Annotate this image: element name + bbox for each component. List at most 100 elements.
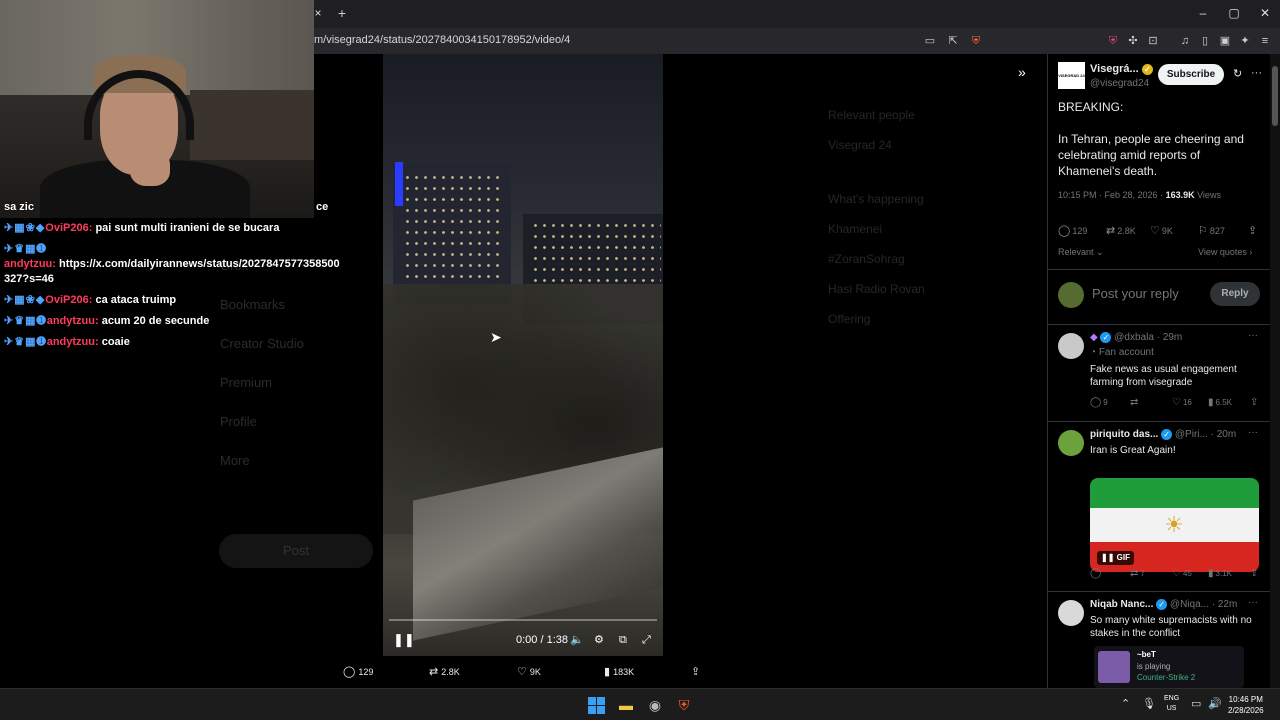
- video-like-button[interactable]: ♡ 9K: [517, 665, 541, 679]
- video-reply-button[interactable]: ◯ 129: [343, 665, 373, 679]
- expand-panel-icon[interactable]: »: [1018, 64, 1026, 80]
- repost-icon: ⇄: [1106, 225, 1116, 237]
- pause-icon: ❚❚: [1101, 553, 1115, 562]
- author-avatar[interactable]: VISEGRAD 24: [1058, 62, 1085, 89]
- start-button[interactable]: [586, 695, 606, 715]
- now-playing-toast[interactable]: ~beT is playing Counter-Strike 2: [1094, 646, 1244, 688]
- menu-icon[interactable]: ≡: [1258, 34, 1272, 48]
- author-name-text: Visegrá...: [1090, 63, 1139, 75]
- chat-username: OviP206:: [45, 222, 93, 234]
- system-clock[interactable]: 10:46 PM 2/28/2026: [1228, 694, 1264, 716]
- reply-handle[interactable]: @dxbala · 29m: [1114, 332, 1182, 343]
- author-handle[interactable]: @visegrad24: [1090, 78, 1149, 89]
- iran-flag-gif[interactable]: ☀ ❚❚ GIF: [1090, 478, 1259, 572]
- scrollbar-thumb[interactable]: [1272, 66, 1278, 126]
- scrollbar[interactable]: [1270, 54, 1280, 688]
- extensions-icon[interactable]: ✣: [1126, 34, 1140, 48]
- wallet-icon[interactable]: ▣: [1218, 34, 1232, 48]
- restore-icon[interactable]: ▢: [1224, 5, 1244, 21]
- new-tab-button[interactable]: +: [334, 5, 350, 21]
- views[interactable]: ▮ 6.5K: [1208, 397, 1232, 408]
- microphone-icon[interactable]: 🎙: [1142, 697, 1156, 710]
- repost-button[interactable]: ⇄: [1130, 397, 1140, 408]
- more-icon[interactable]: ···: [1248, 427, 1258, 438]
- tray-overflow-icon[interactable]: ⌃: [1121, 697, 1130, 710]
- like-count: 16: [1182, 398, 1192, 407]
- view-quotes-link[interactable]: View quotes ›: [1198, 247, 1252, 257]
- reply-item[interactable]: ◆ ✓ @dxbala · 29m ··· ◔ Fan account Fake…: [1048, 325, 1270, 422]
- url-field[interactable]: m/visegrad24/status/2027840034150178952/…: [314, 34, 570, 46]
- webcam-feed: [0, 0, 314, 218]
- reply-item[interactable]: piriquito das... ✓ @Piri... · 20m ··· Ir…: [1048, 422, 1270, 592]
- sidebar-icon[interactable]: ▯: [1198, 34, 1212, 48]
- views[interactable]: ▮ 3.1K: [1208, 568, 1232, 579]
- reply-input[interactable]: Post your reply: [1092, 286, 1179, 301]
- screenshot-icon[interactable]: ⊡: [1146, 34, 1160, 48]
- pause-icon[interactable]: ❚❚: [393, 632, 415, 648]
- chat-username: andytzuu:: [46, 315, 99, 327]
- reply-button[interactable]: ◯ 129: [1058, 224, 1087, 237]
- pip-icon[interactable]: ⧉: [619, 632, 627, 648]
- like-button[interactable]: ♡ 45: [1172, 568, 1192, 579]
- badge-icon: ◆: [1090, 332, 1098, 344]
- reply-name[interactable]: Niqab Nanc...: [1090, 599, 1153, 610]
- reply-handle[interactable]: @Niqa... · 22m: [1170, 599, 1237, 610]
- share-button[interactable]: ⇪: [1248, 224, 1259, 237]
- fullscreen-icon[interactable]: ⤢: [642, 632, 651, 648]
- close-window-icon[interactable]: ✕: [1255, 5, 1275, 21]
- share-button[interactable]: ⇪: [1250, 568, 1260, 579]
- cast-icon[interactable]: ▭: [923, 34, 937, 48]
- video-repost-button[interactable]: ⇄ 2.8K: [429, 665, 460, 679]
- subscribe-button[interactable]: Subscribe: [1158, 64, 1224, 85]
- reply-button[interactable]: ◯: [1090, 568, 1103, 579]
- music-icon[interactable]: ♫: [1178, 34, 1192, 48]
- share-button[interactable]: ⇪: [1250, 397, 1260, 408]
- sort-dropdown[interactable]: Relevant ⌄: [1058, 247, 1104, 258]
- tweet-header: VISEGRAD 24 Visegrá... ✓ @visegrad24 Sub…: [1058, 62, 1268, 90]
- reply-submit-button[interactable]: Reply: [1210, 282, 1260, 306]
- language-indicator[interactable]: ENG US: [1164, 694, 1179, 714]
- gif-badge[interactable]: ❚❚ GIF: [1097, 551, 1134, 565]
- sidebar-text: Hasi Radio Rovan: [828, 282, 925, 296]
- heart-icon: ♡: [1172, 568, 1181, 579]
- more-icon[interactable]: ···: [1248, 330, 1258, 341]
- bookmark-button[interactable]: ⚐ 827: [1198, 224, 1225, 237]
- share-icon: ⇪: [1248, 225, 1258, 237]
- share-icon[interactable]: ⇱: [946, 34, 960, 48]
- fan-account-label: ◔ Fan account: [1090, 347, 1154, 358]
- grok-icon[interactable]: ↻: [1233, 67, 1242, 80]
- video-views[interactable]: ▮ 183K: [604, 665, 634, 679]
- more-icon[interactable]: ···: [1251, 67, 1262, 79]
- sidebar-text: Visegrad 24: [828, 138, 892, 152]
- reply-handle[interactable]: @Piri... · 20m: [1175, 429, 1236, 440]
- tweet-timestamp[interactable]: 10:15 PM · Feb 28, 2026 ·: [1058, 190, 1166, 200]
- obs-icon[interactable]: ◉: [645, 695, 665, 715]
- avatar[interactable]: [1058, 600, 1084, 626]
- chat-badges: ✈♛▦➊: [4, 243, 47, 255]
- volume-icon[interactable]: 🔊: [1208, 697, 1222, 710]
- avatar[interactable]: [1058, 333, 1084, 359]
- heart-icon: ♡: [517, 666, 527, 678]
- volume-icon[interactable]: 🔈: [570, 632, 584, 648]
- video-share-button[interactable]: ⇪: [691, 665, 703, 679]
- brave-browser-icon[interactable]: ⛨: [674, 695, 694, 715]
- file-explorer-icon[interactable]: ▬: [616, 695, 636, 715]
- video-progress-bar[interactable]: [389, 619, 657, 621]
- network-icon[interactable]: ▭: [1191, 697, 1201, 710]
- rewards-icon[interactable]: ⛨: [1106, 34, 1120, 48]
- reply-name[interactable]: piriquito das...: [1090, 429, 1158, 440]
- leo-icon[interactable]: ✦: [1238, 34, 1252, 48]
- like-button[interactable]: ♡ 16: [1172, 397, 1192, 408]
- repost-button[interactable]: ⇄ 2.8K: [1106, 224, 1136, 237]
- video-player[interactable]: ❚❚ 0:00 / 1:38 🔈 ⚙ ⧉ ⤢: [383, 54, 663, 656]
- author-name[interactable]: Visegrá... ✓: [1090, 63, 1153, 75]
- avatar[interactable]: [1058, 430, 1084, 456]
- repost-button[interactable]: ⇄ 7: [1130, 568, 1145, 579]
- brave-shield-icon[interactable]: ⛨: [969, 34, 983, 48]
- more-icon[interactable]: ···: [1248, 597, 1258, 608]
- reply-button[interactable]: ◯ 9: [1090, 397, 1108, 408]
- keyboard-layout: US: [1166, 705, 1177, 712]
- minimize-icon[interactable]: –: [1193, 5, 1213, 21]
- settings-icon[interactable]: ⚙: [594, 632, 604, 648]
- like-button[interactable]: ♡ 9K: [1150, 224, 1173, 237]
